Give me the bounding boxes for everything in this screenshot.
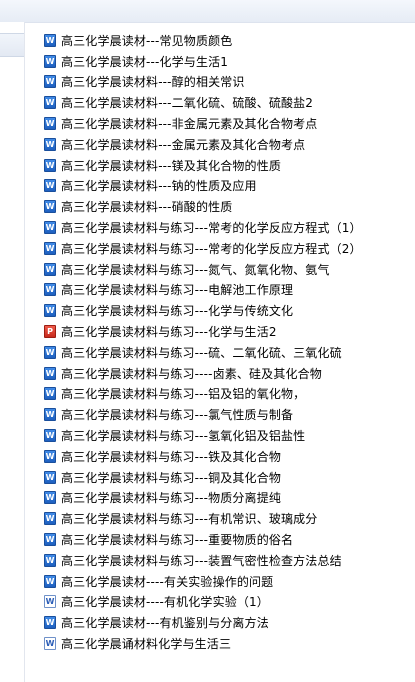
file-name: 高三化学晨读材料与练习---化学与传统文化 xyxy=(61,304,294,319)
file-name: 高三化学晨读材料---醇的相关常识 xyxy=(61,75,245,90)
file-name: 高三化学晨读材---化学与生活1 xyxy=(61,54,229,69)
file-list-item[interactable]: 高三化学晨读材料---金属元素及其化合物考点 xyxy=(44,134,415,155)
file-name: 高三化学晨读材料与练习----卤素、硅及其化合物 xyxy=(61,366,322,381)
file-list-item[interactable]: 高三化学晨读材料---非金属元素及其化合物考点 xyxy=(44,113,415,134)
file-list-item[interactable]: 高三化学晨诵材料化学与生活三 xyxy=(44,633,415,654)
file-list-item[interactable]: 高三化学晨读材料---硝酸的性质 xyxy=(44,196,415,217)
word-doc-icon xyxy=(44,221,56,235)
file-name: 高三化学晨读材料---金属元素及其化合物考点 xyxy=(61,137,306,152)
file-name: 高三化学晨读材料---镁及其化合物的性质 xyxy=(61,158,281,173)
word-doc-icon xyxy=(44,616,56,630)
file-name: 高三化学晨读材---常见物质颜色 xyxy=(61,33,233,48)
word-doc-icon xyxy=(44,137,56,151)
word-doc-icon xyxy=(44,117,56,131)
file-name: 高三化学晨读材料与练习---电解池工作原理 xyxy=(61,283,294,298)
word-old-doc-icon xyxy=(44,637,56,650)
file-list-item[interactable]: 高三化学晨读材料与练习---铝及铝的氧化物， xyxy=(44,384,415,405)
word-doc-icon xyxy=(44,200,56,214)
file-name: 高三化学晨读材料---非金属元素及其化合物考点 xyxy=(61,117,318,132)
word-doc-icon xyxy=(44,179,56,193)
file-list-item[interactable]: 高三化学晨读材料与练习----卤素、硅及其化合物 xyxy=(44,363,415,384)
file-name: 高三化学晨诵材料化学与生活三 xyxy=(61,637,232,651)
file-list-item[interactable]: 高三化学晨读材料与练习---化学与传统文化 xyxy=(44,300,415,321)
navigation-pane[interactable] xyxy=(0,22,25,682)
file-list-item[interactable]: 高三化学晨读材料与练习---铁及其化合物 xyxy=(44,446,415,467)
file-list-item[interactable]: 高三化学晨读材---有机鉴别与分离方法 xyxy=(44,612,415,633)
file-name: 高三化学晨读材料---二氧化硫、硫酸、硫酸盐2 xyxy=(61,96,314,111)
file-list-item[interactable]: 高三化学晨读材料与练习---氢氧化铝及铝盐性 xyxy=(44,425,415,446)
file-name: 高三化学晨读材----有机化学实验（1） xyxy=(61,595,269,610)
word-doc-icon xyxy=(44,512,56,526)
word-doc-icon xyxy=(44,96,56,110)
file-name: 高三化学晨读材料---钠的性质及应用 xyxy=(61,179,257,194)
file-list-item[interactable]: 高三化学晨读材----有关实验操作的问题 xyxy=(44,571,415,592)
word-doc-icon xyxy=(44,54,56,68)
word-doc-icon xyxy=(44,262,56,276)
file-name: 高三化学晨读材料与练习---氯气性质与制备 xyxy=(61,408,294,423)
file-list-item[interactable]: 高三化学晨读材料与练习---重要物质的俗名 xyxy=(44,529,415,550)
pdf-icon xyxy=(44,325,56,339)
file-name: 高三化学晨读材料与练习---常考的化学反应方程式（2） xyxy=(61,241,362,256)
word-doc-icon xyxy=(44,533,56,547)
file-name: 高三化学晨读材料与练习---有机常识、玻璃成分 xyxy=(61,512,318,527)
file-name: 高三化学晨读材---有机鉴别与分离方法 xyxy=(61,616,269,631)
file-list-item[interactable]: 高三化学晨读材料与练习---铜及其化合物 xyxy=(44,467,415,488)
file-name: 高三化学晨读材料与练习---常考的化学反应方程式（1） xyxy=(61,221,362,236)
word-doc-icon xyxy=(44,75,56,89)
word-doc-icon xyxy=(44,33,56,47)
file-list-item[interactable]: 高三化学晨读材料与练习---物质分离提纯 xyxy=(44,488,415,509)
word-doc-icon xyxy=(44,429,56,443)
file-list-item[interactable]: 高三化学晨读材料与练习---硫、二氧化硫、三氧化硫 xyxy=(44,342,415,363)
word-doc-icon xyxy=(44,449,56,463)
navigation-pane-selected-item[interactable] xyxy=(0,33,24,57)
word-doc-icon xyxy=(44,304,56,318)
word-doc-icon xyxy=(44,470,56,484)
file-name: 高三化学晨读材料与练习---物质分离提纯 xyxy=(61,491,281,506)
word-old-doc-icon xyxy=(44,595,56,609)
file-list-item[interactable]: 高三化学晨读材----有机化学实验（1） xyxy=(44,592,415,613)
file-list-item[interactable]: 高三化学晨读材料与练习---常考的化学反应方程式（2） xyxy=(44,238,415,259)
file-name: 高三化学晨读材料与练习---重要物质的俗名 xyxy=(61,533,294,548)
word-doc-icon xyxy=(44,574,56,588)
file-list-item[interactable]: 高三化学晨读材料与练习---常考的化学反应方程式（1） xyxy=(44,217,415,238)
file-list-item[interactable]: 高三化学晨读材料---镁及其化合物的性质 xyxy=(44,155,415,176)
file-name: 高三化学晨读材料与练习---铁及其化合物 xyxy=(61,449,281,464)
file-list-item[interactable]: 高三化学晨读材---化学与生活1 xyxy=(44,51,415,72)
file-name: 高三化学晨读材料与练习---铝及铝的氧化物， xyxy=(61,387,306,402)
word-doc-icon xyxy=(44,408,56,422)
word-doc-icon xyxy=(44,387,56,401)
file-list-item[interactable]: 高三化学晨读材料与练习---电解池工作原理 xyxy=(44,280,415,301)
word-doc-icon xyxy=(44,158,56,172)
file-list-item[interactable]: 高三化学晨读材料---二氧化硫、硫酸、硫酸盐2 xyxy=(44,92,415,113)
file-list-item[interactable]: 高三化学晨读材料---钠的性质及应用 xyxy=(44,176,415,197)
file-name: 高三化学晨读材料与练习---铜及其化合物 xyxy=(61,470,281,485)
word-doc-icon xyxy=(44,241,56,255)
explorer-toolbar xyxy=(0,0,415,23)
file-list-item[interactable]: 高三化学晨读材料与练习---氮气、氮氧化物、氨气 xyxy=(44,259,415,280)
file-list-item[interactable]: 高三化学晨读材料与练习---化学与生活2 xyxy=(44,321,415,342)
file-name: 高三化学晨读材料与练习---氮气、氮氧化物、氨气 xyxy=(61,262,330,277)
file-list-item[interactable]: 高三化学晨读材料与练习---氯气性质与制备 xyxy=(44,404,415,425)
file-name: 高三化学晨读材料与练习---化学与生活2 xyxy=(61,325,277,340)
word-doc-icon xyxy=(44,491,56,505)
file-name: 高三化学晨读材----有关实验操作的问题 xyxy=(61,574,274,589)
file-name: 高三化学晨读材料与练习---氢氧化铝及铝盐性 xyxy=(61,429,306,444)
file-list-item[interactable]: 高三化学晨读材料与练习---装置气密性检查方法总结 xyxy=(44,550,415,571)
file-list-item[interactable]: 高三化学晨读材料与练习---有机常识、玻璃成分 xyxy=(44,508,415,529)
file-list-item[interactable]: 高三化学晨读材---常见物质颜色 xyxy=(44,30,415,51)
file-list-item[interactable]: 高三化学晨读材料---醇的相关常识 xyxy=(44,72,415,93)
file-name: 高三化学晨读材料与练习---装置气密性检查方法总结 xyxy=(61,553,342,568)
file-name: 高三化学晨读材料与练习---硫、二氧化硫、三氧化硫 xyxy=(61,345,342,360)
word-doc-icon xyxy=(44,366,56,380)
file-list: 高三化学晨读材---常见物质颜色高三化学晨读材---化学与生活1 高三化学晨读材料… xyxy=(44,30,415,654)
word-doc-icon xyxy=(44,553,56,567)
file-name: 高三化学晨读材料---硝酸的性质 xyxy=(61,200,233,215)
word-doc-icon xyxy=(44,283,56,297)
word-doc-icon xyxy=(44,345,56,359)
